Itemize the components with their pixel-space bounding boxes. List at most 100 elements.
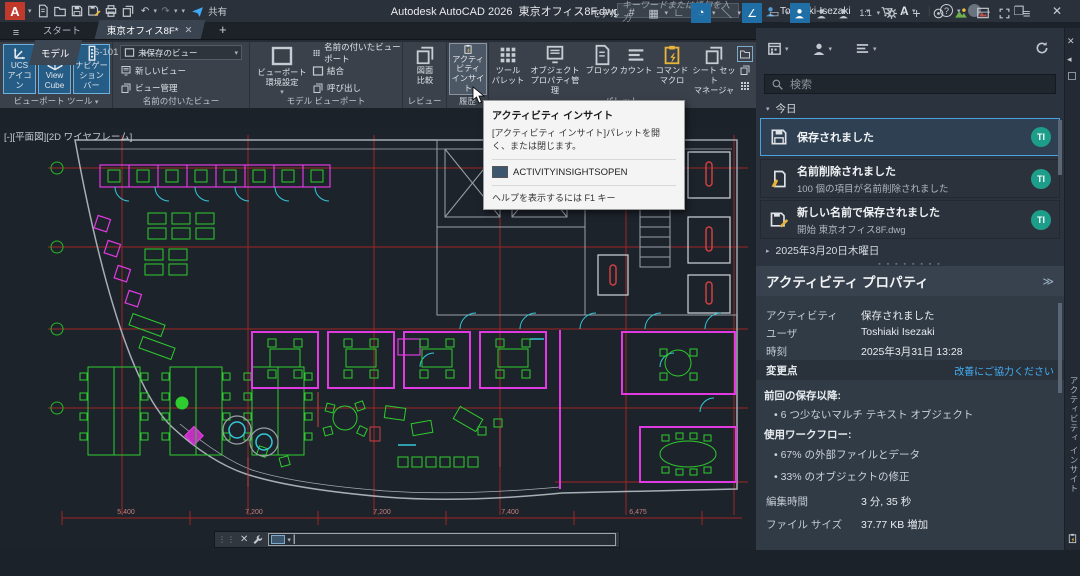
properties-palette-button[interactable]: オブジェクト プロパティ管理 [527,44,583,96]
cmd-customize-wrench-icon[interactable] [252,534,264,546]
scale-value[interactable]: 1:1 [856,3,876,23]
palette-close-icon[interactable]: ✕ [1067,36,1075,47]
snap-mode-toggle-icon[interactable]: ▦ [644,3,664,23]
dwg-history-icon[interactable] [737,46,753,62]
feedback-link[interactable]: 改善にご協力ください [954,363,1054,378]
palette-autohide-icon[interactable]: ◂ [1067,54,1072,65]
annotation-visibility-icon[interactable] [790,3,810,23]
model-space-toggle[interactable]: モデル [591,3,620,23]
search-icon [771,78,784,91]
polar-caret-icon[interactable]: ▾ [712,9,716,17]
count-palette-button[interactable]: カウント [619,44,653,76]
command-macros-button[interactable]: コマンド マクロ [653,44,691,86]
object-snap-tracking-icon[interactable]: ∠ [742,3,762,23]
annotation-scale-icon[interactable] [834,3,854,23]
isolate-objects-icon[interactable] [929,3,949,23]
autocad-logo-icon[interactable]: A [5,2,25,20]
undo-icon[interactable]: ↶ [137,3,154,20]
cmd-recent-caret-icon[interactable]: ▾ [287,536,291,544]
save-as-icon[interactable] [86,3,103,20]
view-manager-button[interactable]: ビュー管理 [120,80,178,95]
viewport-config-button[interactable]: ビューポート 環境設定▾ [256,44,308,96]
event-filter-icon[interactable]: ▾ [854,40,877,57]
app-menu-caret-icon[interactable]: ▾ [28,7,32,15]
file-tab-close-icon[interactable]: ✕ [185,24,193,35]
customization-menu-icon[interactable]: ≡ [1017,3,1037,23]
activity-item-saved[interactable]: 保存されました TI [760,118,1060,156]
group-today[interactable]: ▾今日 [760,100,1060,117]
graphics-performance-icon[interactable] [951,3,971,23]
activity-properties-header[interactable]: アクティビティ プロパティ ≫ [756,266,1064,296]
batch-plot-icon[interactable] [120,3,137,20]
redo-icon[interactable]: ↷ [157,3,174,20]
activity-item-purged[interactable]: 名前削除されました100 個の項目が名前削除されました TI [760,159,1060,198]
hardware-acceleration-icon[interactable] [973,3,993,23]
new-view-button[interactable]: 新しいビュー [120,63,186,78]
drawing-compare-button[interactable]: 図面 比較 [407,44,443,86]
share-icon[interactable] [189,3,206,20]
tool-palettes-button[interactable]: ツール パレット [491,44,525,86]
file-tab-document[interactable]: 東京オフィス8F*✕ [95,20,205,39]
dim-label: 5,400 [117,509,135,516]
file-tab-start[interactable]: スタート [31,20,94,39]
user-filter-icon[interactable]: ▾ [811,41,833,57]
palette-properties-icon[interactable] [1068,72,1076,80]
grid-display-toggle-icon[interactable]: # [622,3,642,23]
date-filter-icon[interactable]: ▾ [766,40,789,57]
save-icon[interactable] [69,3,86,20]
list-scrollbar[interactable] [1058,120,1062,175]
avatar: TI [1031,210,1051,230]
time-value: 2025年3月31日 13:28 [861,344,963,359]
command-input[interactable]: ▾ | [268,533,616,546]
group-date[interactable]: ▸2025年3月20日木曜日 [760,242,1060,259]
palette-bottom-icon[interactable] [1067,533,1078,544]
dim-label: 7,400 [501,509,519,516]
command-line-bar[interactable]: ⋮⋮ ✕ ▾ | [214,531,620,548]
open-file-icon[interactable] [52,3,69,20]
plot-icon[interactable] [103,3,120,20]
viewport-controls-label[interactable]: [-][平面図][2D ワイヤフレーム] [4,129,132,143]
mouse-cursor [472,86,486,104]
activity-item-saved-as[interactable]: 新しい名前で保存されました開始 東京オフィス8F.dwg TI [760,200,1060,239]
snap-caret-icon[interactable]: ▾ [665,9,669,17]
cmd-close-icon[interactable]: ✕ [240,534,248,545]
xref-palette-icon[interactable] [739,64,751,76]
refresh-icon[interactable] [1034,40,1050,56]
scale-caret-icon[interactable]: ▾ [877,9,881,17]
user-value: Toshiaki Isezaki [861,326,935,338]
props-scrollbar[interactable] [1058,303,1062,393]
polar-tracking-icon[interactable]: ◔ [691,3,711,23]
restore-viewports-button[interactable]: 呼び出し [312,80,361,95]
blocks-palette-button[interactable]: ブロック [585,44,619,76]
redo-caret-icon[interactable]: ▾ [174,7,178,15]
collapse-chevron-icon[interactable]: ≫ [1042,275,1054,288]
panel-expand-caret-icon[interactable]: ▾ [95,99,99,106]
new-file-icon[interactable] [35,3,52,20]
annotation-monitor-icon[interactable]: + [907,3,927,23]
sheet-set-manager-button[interactable]: シート セット マネージャ [691,44,737,96]
since-label: 前回の保存以降: [764,388,841,403]
file-tab-menu-icon[interactable]: ≡ [6,23,26,43]
markup-import-icon[interactable] [739,80,751,92]
autoscale-icon[interactable] [812,3,832,23]
join-viewports-button[interactable]: 結合 [312,63,344,78]
workspace-caret-icon[interactable]: ▾ [902,9,906,17]
isodraft-caret-icon[interactable]: ▾ [738,9,742,17]
file-tab-new-icon[interactable]: + [206,20,238,39]
workspace-gear-icon[interactable] [881,3,901,23]
ortho-mode-icon[interactable]: ∟ [669,3,689,23]
layout-tab-s101[interactable]: S-101 [80,40,130,65]
cmd-prompt-icon [271,535,285,544]
share-label[interactable]: 共有 [208,4,227,18]
clean-screen-icon[interactable] [995,3,1015,23]
named-viewports-button[interactable]: 名前の付いたビューポート [312,45,402,60]
dynamic-input-icon[interactable]: ▭ [764,3,784,23]
layout-tab-model[interactable]: モデル [29,40,82,65]
osnap-caret-icon[interactable]: ▾ [785,9,789,17]
isodraft-icon[interactable]: ＼ [717,3,737,23]
palette-search-input[interactable]: 検索 [764,74,1056,94]
save-as-icon [769,210,789,230]
qat-customize-icon[interactable]: ▾ [182,7,186,15]
close-button[interactable]: ✕ [1043,0,1071,22]
cmd-drag-handle[interactable]: ⋮⋮ [218,535,236,544]
